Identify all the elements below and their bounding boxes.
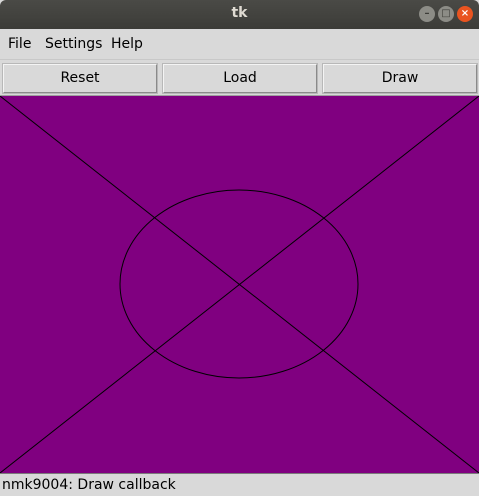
window-title: tk — [231, 5, 248, 21]
reset-button[interactable]: Reset — [2, 63, 158, 94]
status-text: nmk9004: Draw callback — [2, 477, 176, 493]
drawing-canvas[interactable] — [0, 95, 479, 473]
draw-button[interactable]: Draw — [322, 63, 478, 94]
menu-help[interactable]: Help — [111, 36, 143, 52]
close-icon[interactable]: × — [457, 6, 473, 22]
status-bar: nmk9004: Draw callback — [0, 473, 479, 496]
load-button[interactable]: Load — [162, 63, 318, 94]
menu-settings[interactable]: Settings — [45, 36, 102, 52]
menu-bar: File Settings Help — [0, 29, 479, 60]
menu-file[interactable]: File — [8, 36, 31, 52]
canvas-surface[interactable] — [0, 96, 479, 473]
minimize-icon[interactable]: – — [419, 6, 435, 22]
toolbar: Reset Load Draw — [0, 60, 479, 95]
title-bar[interactable]: tk – □ × — [0, 0, 479, 29]
maximize-icon[interactable]: □ — [438, 6, 454, 22]
app-window: tk – □ × File Settings Help Reset Load D… — [0, 0, 479, 496]
